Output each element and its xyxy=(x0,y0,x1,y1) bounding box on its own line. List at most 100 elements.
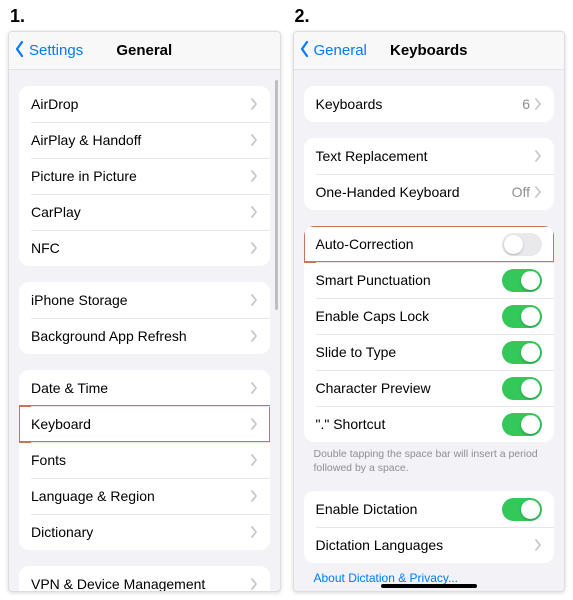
row-label: CarPlay xyxy=(31,204,250,220)
keyboard-row: Smart Punctuation xyxy=(304,262,555,298)
settings-group: Text Replacement One-Handed KeyboardOff xyxy=(304,138,555,210)
chevron-left-icon xyxy=(13,40,27,62)
toggle-switch[interactable] xyxy=(502,233,542,256)
keyboard-row[interactable]: Dictation Languages xyxy=(304,527,555,563)
step-number-1: 1. xyxy=(8,0,281,31)
row-label: Dictation Languages xyxy=(316,537,535,553)
settings-group: Auto-Correction Smart Punctuation Enable C… xyxy=(304,226,555,442)
settings-row[interactable]: Background App Refresh xyxy=(19,318,270,354)
back-button[interactable]: General xyxy=(294,40,367,62)
settings-group: Enable Dictation Dictation Languages xyxy=(304,491,555,563)
settings-row[interactable]: Language & Region xyxy=(19,478,270,514)
keyboard-row[interactable]: One-Handed KeyboardOff xyxy=(304,174,555,210)
settings-row[interactable]: AirPlay & Handoff xyxy=(19,122,270,158)
settings-group: VPN & Device Management xyxy=(19,566,270,591)
settings-row[interactable]: NFC xyxy=(19,230,270,266)
settings-group: Keyboards6 xyxy=(304,86,555,122)
chevron-right-icon xyxy=(250,98,258,110)
settings-row[interactable]: iPhone Storage xyxy=(19,282,270,318)
toggle-switch[interactable] xyxy=(502,498,542,521)
row-label: iPhone Storage xyxy=(31,292,250,308)
chevron-right-icon xyxy=(250,170,258,182)
toggle-switch[interactable] xyxy=(502,413,542,436)
row-label: Enable Caps Lock xyxy=(316,308,503,324)
chevron-right-icon xyxy=(534,150,542,162)
toggle-switch[interactable] xyxy=(502,269,542,292)
back-label: General xyxy=(314,42,367,59)
chevron-left-icon xyxy=(298,40,312,62)
settings-group: Date & Time Keyboard Fonts Language & Regio… xyxy=(19,370,270,550)
row-label: Picture in Picture xyxy=(31,168,250,184)
chevron-right-icon xyxy=(250,526,258,538)
row-label: Keyboards xyxy=(316,96,523,112)
chevron-right-icon xyxy=(250,134,258,146)
settings-row[interactable]: AirDrop xyxy=(19,86,270,122)
phone-right: General Keyboards Keyboards6 Text Replace… xyxy=(293,31,566,592)
row-label: Slide to Type xyxy=(316,344,503,360)
row-label: Dictionary xyxy=(31,524,250,540)
chevron-right-icon xyxy=(250,294,258,306)
toggle-switch[interactable] xyxy=(502,377,542,400)
row-label: Character Preview xyxy=(316,380,503,396)
settings-row[interactable]: Date & Time xyxy=(19,370,270,406)
keyboard-row: Enable Caps Lock xyxy=(304,298,555,334)
keyboard-row: Auto-Correction xyxy=(304,226,555,262)
chevron-right-icon xyxy=(250,330,258,342)
chevron-right-icon xyxy=(534,539,542,551)
keyboard-row[interactable]: Text Replacement xyxy=(304,138,555,174)
chevron-right-icon xyxy=(534,186,542,198)
footer-note: Double tapping the space bar will insert… xyxy=(294,442,565,475)
back-label: Settings xyxy=(29,42,83,59)
row-detail: 6 xyxy=(522,96,530,112)
row-label: AirDrop xyxy=(31,96,250,112)
chevron-right-icon xyxy=(250,418,258,430)
keyboard-row: "." Shortcut xyxy=(304,406,555,442)
step-number-2: 2. xyxy=(293,0,566,31)
home-indicator[interactable] xyxy=(381,584,477,588)
scrollbar[interactable] xyxy=(275,80,278,310)
chevron-right-icon xyxy=(250,382,258,394)
row-label: Date & Time xyxy=(31,380,250,396)
row-label: VPN & Device Management xyxy=(31,576,250,591)
chevron-right-icon xyxy=(250,242,258,254)
keyboard-row: Character Preview xyxy=(304,370,555,406)
toggle-switch[interactable] xyxy=(502,305,542,328)
chevron-right-icon xyxy=(250,454,258,466)
row-label: "." Shortcut xyxy=(316,416,503,432)
chevron-right-icon xyxy=(534,98,542,110)
chevron-right-icon xyxy=(250,578,258,590)
row-label: Language & Region xyxy=(31,488,250,504)
row-label: Background App Refresh xyxy=(31,328,250,344)
keyboard-row: Enable Dictation xyxy=(304,491,555,527)
settings-scroll[interactable]: AirDrop AirPlay & Handoff Picture in Pictu… xyxy=(9,70,280,591)
row-label: Auto-Correction xyxy=(316,236,503,252)
chevron-right-icon xyxy=(250,490,258,502)
phone-left: Settings General AirDrop AirPlay & Handof… xyxy=(8,31,281,592)
row-label: Fonts xyxy=(31,452,250,468)
settings-row[interactable]: Picture in Picture xyxy=(19,158,270,194)
navbar: General Keyboards xyxy=(294,32,565,70)
settings-row[interactable]: Dictionary xyxy=(19,514,270,550)
keyboards-scroll[interactable]: Keyboards6 Text Replacement One-Handed Key… xyxy=(294,70,565,591)
keyboard-row[interactable]: Keyboards6 xyxy=(304,86,555,122)
chevron-right-icon xyxy=(250,206,258,218)
settings-row[interactable]: CarPlay xyxy=(19,194,270,230)
settings-row[interactable]: Fonts xyxy=(19,442,270,478)
row-detail: Off xyxy=(512,184,530,200)
row-label: Enable Dictation xyxy=(316,501,503,517)
row-label: Smart Punctuation xyxy=(316,272,503,288)
navbar: Settings General xyxy=(9,32,280,70)
toggle-switch[interactable] xyxy=(502,341,542,364)
row-label: One-Handed Keyboard xyxy=(316,184,512,200)
settings-group: iPhone Storage Background App Refresh xyxy=(19,282,270,354)
row-label: AirPlay & Handoff xyxy=(31,132,250,148)
back-button[interactable]: Settings xyxy=(9,40,83,62)
row-label: Text Replacement xyxy=(316,148,535,164)
row-label: Keyboard xyxy=(31,416,250,432)
row-label: NFC xyxy=(31,240,250,256)
keyboard-row: Slide to Type xyxy=(304,334,555,370)
settings-row[interactable]: Keyboard xyxy=(19,406,270,442)
section-header: ENGLISH AND FRENCH xyxy=(294,589,565,591)
settings-group: AirDrop AirPlay & Handoff Picture in Pictu… xyxy=(19,86,270,266)
settings-row[interactable]: VPN & Device Management xyxy=(19,566,270,591)
